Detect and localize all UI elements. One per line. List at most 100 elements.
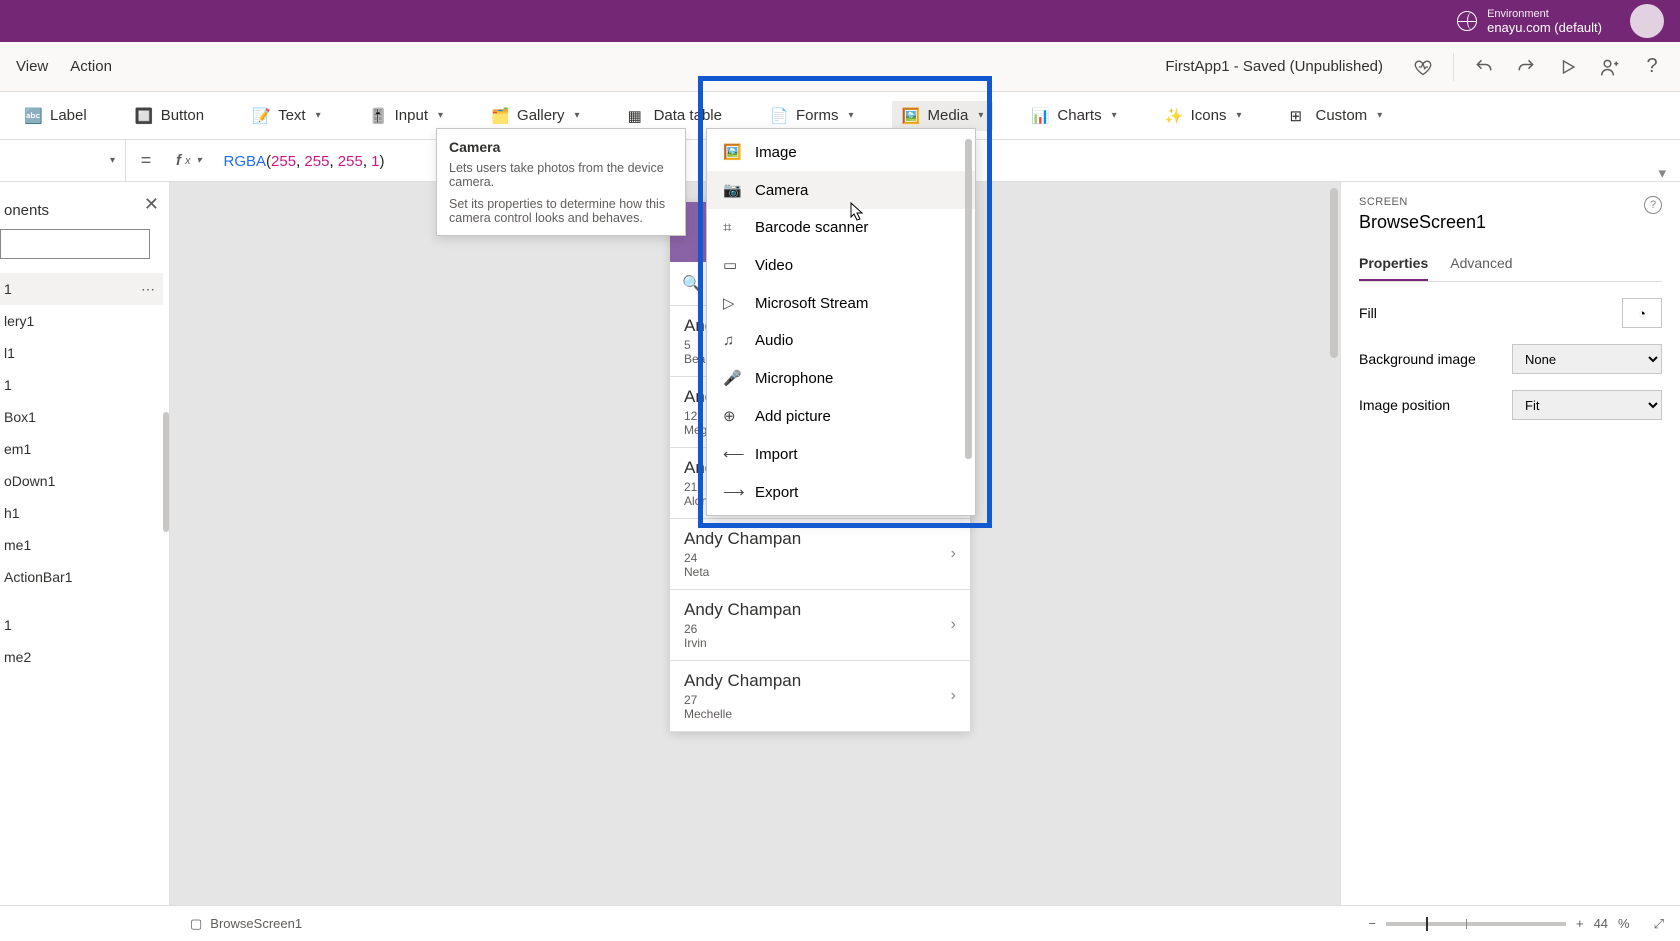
tree-tab[interactable]: onents	[0, 194, 163, 229]
media-item-icon: 🎤	[723, 369, 741, 387]
media-menu-item[interactable]: 🖼️ Image	[707, 133, 975, 171]
zoom-out-button[interactable]: −	[1368, 916, 1376, 931]
close-icon[interactable]: ✕	[144, 194, 159, 215]
tooltip: Camera Lets users take photos from the d…	[436, 128, 686, 236]
tree-item[interactable]: Box1	[0, 401, 163, 433]
insert-media[interactable]: 🖼️Media▾	[892, 101, 994, 131]
help-icon[interactable]: ?	[1640, 55, 1664, 79]
tree-item[interactable]: me2	[0, 641, 163, 673]
media-menu-item[interactable]: ⟵ Import	[707, 435, 975, 473]
chevron-down-icon: ▾	[1377, 110, 1382, 121]
media-item-label: Microphone	[755, 370, 833, 387]
tab-view[interactable]: View	[16, 58, 48, 75]
icons-icon: ✨	[1165, 107, 1183, 125]
fill-color-picker[interactable]: ◔	[1622, 298, 1662, 328]
media-item-label: Video	[755, 257, 793, 274]
health-icon[interactable]	[1411, 55, 1435, 79]
help-icon[interactable]: ?	[1644, 196, 1662, 214]
tree-item[interactable]: 1	[0, 369, 163, 401]
insert-forms[interactable]: 📄Forms▾	[760, 101, 864, 131]
properties-pane: ? SCREEN BrowseScreen1 Properties Advanc…	[1340, 182, 1680, 905]
media-item-label: Image	[755, 144, 797, 161]
tree-item[interactable]: l1	[0, 337, 163, 369]
scrollbar[interactable]	[1330, 188, 1338, 358]
redo-icon[interactable]	[1514, 55, 1538, 79]
fullscreen-icon[interactable]: ⤢	[1654, 916, 1664, 932]
media-item-label: Add picture	[755, 408, 831, 425]
zoom-in-button[interactable]: +	[1576, 916, 1584, 931]
screen-name: BrowseScreen1	[1359, 212, 1662, 233]
tab-action[interactable]: Action	[70, 58, 112, 75]
tree-item[interactable]: ActionBar1	[0, 561, 163, 593]
property-selector[interactable]: ▾	[0, 140, 126, 181]
media-menu-item[interactable]: 📷Camera	[707, 171, 975, 209]
bgimage-select[interactable]: None	[1512, 344, 1662, 374]
share-icon[interactable]	[1598, 55, 1622, 79]
insert-icons[interactable]: ✨Icons▾	[1155, 101, 1252, 131]
media-item-icon: ▷	[723, 294, 741, 312]
app-title: FirstApp1 - Saved (Unpublished)	[1165, 58, 1383, 75]
insert-custom[interactable]: ⊞Custom▾	[1280, 101, 1393, 131]
item-name: Andy Champan	[684, 600, 956, 620]
item-number: 24	[684, 551, 956, 565]
tree-item[interactable]: lery1	[0, 305, 163, 337]
avatar[interactable]	[1630, 4, 1664, 38]
tree-item[interactable]: 1	[0, 273, 163, 305]
media-menu-item[interactable]: ⟶Export	[707, 473, 975, 511]
media-menu-item[interactable]: ⊕Add picture	[707, 397, 975, 435]
media-item-icon: 🖼️	[723, 143, 741, 161]
undo-icon[interactable]	[1472, 55, 1496, 79]
media-icon: 🖼️	[902, 107, 920, 125]
insert-datatable[interactable]: ▦Data table	[618, 101, 732, 131]
imgpos-select[interactable]: Fit	[1512, 390, 1662, 420]
tree-item[interactable]: oDown1	[0, 465, 163, 497]
chevron-down-icon: ▾	[575, 110, 580, 121]
list-item[interactable]: Andy Champan 26 Irvin ›	[670, 590, 970, 661]
input-icon: 🎚️	[369, 107, 387, 125]
media-item-icon: ⟵	[723, 445, 741, 463]
tree-item[interactable]	[0, 593, 163, 609]
insert-text[interactable]: 📝Text▾	[242, 101, 331, 131]
chevron-down-icon[interactable]: ▾	[1658, 164, 1666, 182]
insert-label[interactable]: 🔤Label	[14, 101, 97, 131]
insert-charts[interactable]: 📊Charts▾	[1021, 101, 1126, 131]
custom-icon: ⊞	[1290, 107, 1308, 125]
insert-button[interactable]: 🔲Button	[125, 101, 214, 131]
tree-search-input[interactable]	[0, 229, 150, 259]
tree-view: ✕ onents 1lery1l11Box1em1oDown1h1me1Acti…	[0, 182, 170, 905]
tree-item[interactable]: me1	[0, 529, 163, 561]
tab-advanced[interactable]: Advanced	[1450, 247, 1512, 281]
media-menu-item[interactable]: ⌗ Barcode scanner	[707, 209, 975, 246]
media-menu-item[interactable]: ▭ Video	[707, 246, 975, 284]
play-icon[interactable]	[1556, 55, 1580, 79]
scrollbar[interactable]	[163, 412, 169, 532]
scrollbar[interactable]	[965, 139, 972, 459]
equals-sign: =	[126, 150, 166, 171]
tree-item[interactable]: 1	[0, 609, 163, 641]
media-menu-item[interactable]: 🎤 Microphone	[707, 359, 975, 397]
media-item-label: Import	[755, 446, 798, 463]
insert-gallery[interactable]: 🗂️Gallery▾	[481, 101, 590, 131]
tab-properties[interactable]: Properties	[1359, 247, 1428, 281]
media-menu-item[interactable]: ▷ Microsoft Stream	[707, 284, 975, 322]
prop-bgimage-label: Background image	[1359, 351, 1476, 367]
tooltip-line2: Set its properties to determine how this…	[449, 197, 673, 225]
tree-item[interactable]: em1	[0, 433, 163, 465]
media-item-icon: ▭	[723, 256, 741, 274]
fx-label[interactable]: fx▾	[166, 152, 212, 169]
environment-picker[interactable]: Environment enayu.com (default)	[1487, 8, 1602, 35]
insert-input[interactable]: 🎚️Input▾	[359, 101, 453, 131]
zoom-slider[interactable]	[1386, 922, 1566, 926]
media-item-icon: ⟶	[723, 483, 741, 501]
screen-label: SCREEN	[1359, 196, 1662, 208]
media-item-label: Audio	[755, 332, 793, 349]
item-name: Andy Champan	[684, 671, 956, 691]
media-item-label: Microsoft Stream	[755, 295, 868, 312]
media-item-label: Barcode scanner	[755, 219, 868, 236]
media-menu-item[interactable]: ♫Audio	[707, 322, 975, 359]
status-bar: ▢ BrowseScreen1 − + 44 % ⤢	[0, 905, 1680, 941]
media-item-icon: ⌗	[723, 219, 741, 236]
tree-item[interactable]: h1	[0, 497, 163, 529]
list-item[interactable]: Andy Champan 27 Mechelle ›	[670, 661, 970, 732]
list-item[interactable]: Andy Champan 24 Neta ›	[670, 519, 970, 590]
